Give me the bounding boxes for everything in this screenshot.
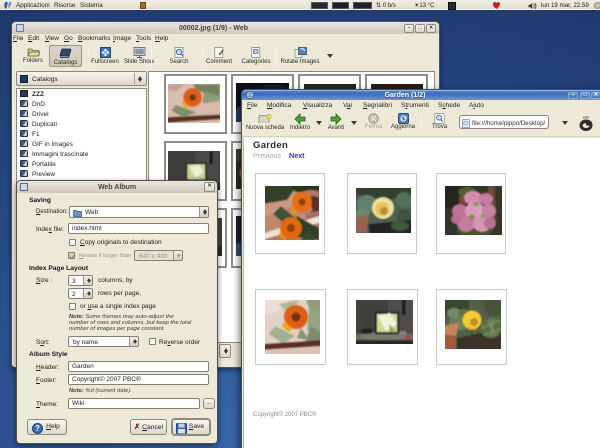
svg-text:?: ? xyxy=(35,424,40,433)
svg-text:web: web xyxy=(583,116,590,120)
